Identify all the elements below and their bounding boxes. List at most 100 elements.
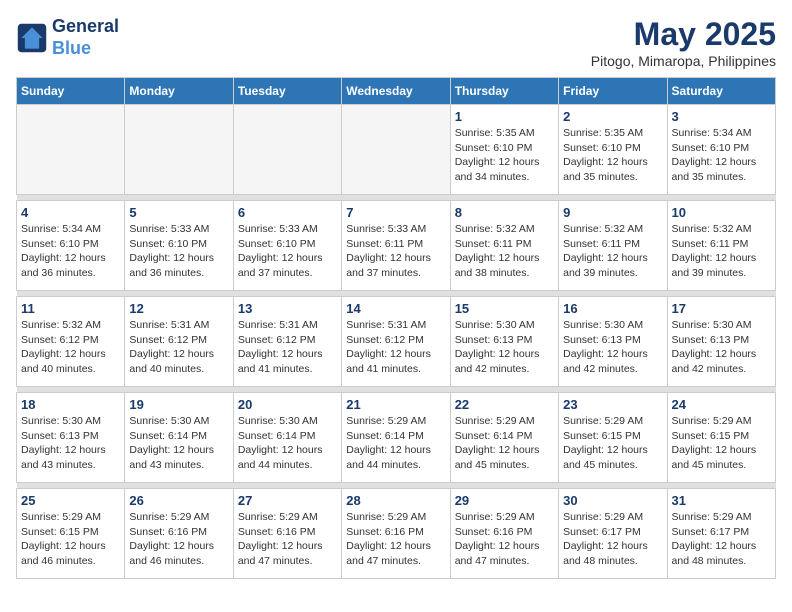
day-number: 17 — [672, 301, 771, 316]
day-number: 31 — [672, 493, 771, 508]
day-number: 7 — [346, 205, 445, 220]
calendar-table: SundayMondayTuesdayWednesdayThursdayFrid… — [16, 77, 776, 579]
weekday-header-saturday: Saturday — [667, 78, 775, 105]
day-number: 26 — [129, 493, 228, 508]
day-info: Sunrise: 5:33 AM Sunset: 6:11 PM Dayligh… — [346, 222, 445, 281]
day-info: Sunrise: 5:32 AM Sunset: 6:11 PM Dayligh… — [563, 222, 662, 281]
calendar-cell — [342, 105, 450, 195]
day-number: 6 — [238, 205, 337, 220]
calendar-cell: 28Sunrise: 5:29 AM Sunset: 6:16 PM Dayli… — [342, 489, 450, 579]
calendar-cell: 25 Sunrise: 5:29 AM Sunset: 6:15 PM Dayli… — [17, 489, 125, 579]
calendar-cell: 27Sunrise: 5:29 AM Sunset: 6:16 PM Dayli… — [233, 489, 341, 579]
day-number: 29 — [455, 493, 554, 508]
day-info: Sunrise: 5:34 AM Sunset: 6:10 PM Dayligh… — [21, 222, 120, 281]
day-info: Sunrise: 5:30 AM Sunset: 6:14 PM Dayligh… — [238, 414, 337, 473]
day-info: Sunrise: 5:33 AM Sunset: 6:10 PM Dayligh… — [238, 222, 337, 281]
day-number: 12 — [129, 301, 228, 316]
day-number: 30 — [563, 493, 662, 508]
day-number: 10 — [672, 205, 771, 220]
day-number: 4 — [21, 205, 120, 220]
calendar-cell: 22Sunrise: 5:29 AM Sunset: 6:14 PM Dayli… — [450, 393, 558, 483]
day-number: 22 — [455, 397, 554, 412]
day-info: Sunrise: 5:29 AM Sunset: 6:17 PM Dayligh… — [672, 510, 771, 569]
logo-line1: General — [52, 16, 119, 38]
calendar-cell: 14Sunrise: 5:31 AM Sunset: 6:12 PM Dayli… — [342, 297, 450, 387]
day-info: Sunrise: 5:35 AM Sunset: 6:10 PM Dayligh… — [563, 126, 662, 185]
day-info: Sunrise: 5:29 AM Sunset: 6:14 PM Dayligh… — [346, 414, 445, 473]
calendar-title: May 2025 — [591, 16, 776, 53]
calendar-cell: 2 Sunrise: 5:35 AM Sunset: 6:10 PM Daylig… — [559, 105, 667, 195]
calendar-cell: 4 Sunrise: 5:34 AM Sunset: 6:10 PM Daylig… — [17, 201, 125, 291]
weekday-header-friday: Friday — [559, 78, 667, 105]
day-number: 15 — [455, 301, 554, 316]
day-info: Sunrise: 5:32 AM Sunset: 6:11 PM Dayligh… — [672, 222, 771, 281]
week-row-4: 18Sunrise: 5:30 AM Sunset: 6:13 PM Dayli… — [17, 393, 776, 483]
logo: General Blue — [16, 16, 119, 59]
day-info: Sunrise: 5:29 AM Sunset: 6:16 PM Dayligh… — [238, 510, 337, 569]
day-info: Sunrise: 5:34 AM Sunset: 6:10 PM Dayligh… — [672, 126, 771, 185]
day-info: Sunrise: 5:30 AM Sunset: 6:13 PM Dayligh… — [455, 318, 554, 377]
day-number: 18 — [21, 397, 120, 412]
calendar-cell — [17, 105, 125, 195]
calendar-subtitle: Pitogo, Mimaropa, Philippines — [591, 53, 776, 69]
calendar-cell: 20Sunrise: 5:30 AM Sunset: 6:14 PM Dayli… — [233, 393, 341, 483]
day-number: 25 — [21, 493, 120, 508]
day-info: Sunrise: 5:30 AM Sunset: 6:14 PM Dayligh… — [129, 414, 228, 473]
page-header: General Blue May 2025 Pitogo, Mimaropa, … — [16, 16, 776, 69]
logo-line2: Blue — [52, 38, 119, 60]
calendar-cell: 10 Sunrise: 5:32 AM Sunset: 6:11 PM Dayli… — [667, 201, 775, 291]
weekday-header-row: SundayMondayTuesdayWednesdayThursdayFrid… — [17, 78, 776, 105]
calendar-cell: 18Sunrise: 5:30 AM Sunset: 6:13 PM Dayli… — [17, 393, 125, 483]
calendar-cell: 9 Sunrise: 5:32 AM Sunset: 6:11 PM Daylig… — [559, 201, 667, 291]
day-info: Sunrise: 5:29 AM Sunset: 6:15 PM Dayligh… — [672, 414, 771, 473]
week-row-3: 11Sunrise: 5:32 AM Sunset: 6:12 PM Dayli… — [17, 297, 776, 387]
calendar-cell: 1Sunrise: 5:35 AM Sunset: 6:10 PM Daylig… — [450, 105, 558, 195]
day-info: Sunrise: 5:29 AM Sunset: 6:16 PM Dayligh… — [346, 510, 445, 569]
calendar-cell: 13Sunrise: 5:31 AM Sunset: 6:12 PM Dayli… — [233, 297, 341, 387]
day-number: 21 — [346, 397, 445, 412]
calendar-cell — [125, 105, 233, 195]
week-row-1: 1Sunrise: 5:35 AM Sunset: 6:10 PM Daylig… — [17, 105, 776, 195]
calendar-cell: 17 Sunrise: 5:30 AM Sunset: 6:13 PM Dayli… — [667, 297, 775, 387]
calendar-cell: 31 Sunrise: 5:29 AM Sunset: 6:17 PM Dayli… — [667, 489, 775, 579]
day-number: 9 — [563, 205, 662, 220]
calendar-cell: 8Sunrise: 5:32 AM Sunset: 6:11 PM Daylig… — [450, 201, 558, 291]
calendar-cell: 3 Sunrise: 5:34 AM Sunset: 6:10 PM Daylig… — [667, 105, 775, 195]
calendar-cell: 29 Sunrise: 5:29 AM Sunset: 6:16 PM Dayli… — [450, 489, 558, 579]
day-info: Sunrise: 5:30 AM Sunset: 6:13 PM Dayligh… — [672, 318, 771, 377]
day-number: 13 — [238, 301, 337, 316]
day-number: 24 — [672, 397, 771, 412]
weekday-header-tuesday: Tuesday — [233, 78, 341, 105]
day-number: 5 — [129, 205, 228, 220]
calendar-cell: 16Sunrise: 5:30 AM Sunset: 6:13 PM Dayli… — [559, 297, 667, 387]
calendar-cell: 11Sunrise: 5:32 AM Sunset: 6:12 PM Dayli… — [17, 297, 125, 387]
day-number: 2 — [563, 109, 662, 124]
day-info: Sunrise: 5:29 AM Sunset: 6:15 PM Dayligh… — [21, 510, 120, 569]
day-info: Sunrise: 5:29 AM Sunset: 6:15 PM Dayligh… — [563, 414, 662, 473]
week-row-2: 4 Sunrise: 5:34 AM Sunset: 6:10 PM Daylig… — [17, 201, 776, 291]
logo-icon — [16, 22, 48, 54]
weekday-header-thursday: Thursday — [450, 78, 558, 105]
day-number: 3 — [672, 109, 771, 124]
calendar-cell: 19Sunrise: 5:30 AM Sunset: 6:14 PM Dayli… — [125, 393, 233, 483]
calendar-cell: 12Sunrise: 5:31 AM Sunset: 6:12 PM Dayli… — [125, 297, 233, 387]
day-info: Sunrise: 5:29 AM Sunset: 6:16 PM Dayligh… — [129, 510, 228, 569]
title-block: May 2025 Pitogo, Mimaropa, Philippines — [591, 16, 776, 69]
calendar-cell: 24 Sunrise: 5:29 AM Sunset: 6:15 PM Dayli… — [667, 393, 775, 483]
day-info: Sunrise: 5:33 AM Sunset: 6:10 PM Dayligh… — [129, 222, 228, 281]
calendar-cell: 5 Sunrise: 5:33 AM Sunset: 6:10 PM Daylig… — [125, 201, 233, 291]
calendar-cell: 15 Sunrise: 5:30 AM Sunset: 6:13 PM Dayli… — [450, 297, 558, 387]
calendar-cell: 6 Sunrise: 5:33 AM Sunset: 6:10 PM Daylig… — [233, 201, 341, 291]
calendar-cell: 7 Sunrise: 5:33 AM Sunset: 6:11 PM Daylig… — [342, 201, 450, 291]
day-info: Sunrise: 5:30 AM Sunset: 6:13 PM Dayligh… — [563, 318, 662, 377]
day-info: Sunrise: 5:35 AM Sunset: 6:10 PM Dayligh… — [455, 126, 554, 185]
day-number: 11 — [21, 301, 120, 316]
day-number: 23 — [563, 397, 662, 412]
calendar-cell — [233, 105, 341, 195]
day-info: Sunrise: 5:29 AM Sunset: 6:17 PM Dayligh… — [563, 510, 662, 569]
calendar-cell: 21 Sunrise: 5:29 AM Sunset: 6:14 PM Dayli… — [342, 393, 450, 483]
day-info: Sunrise: 5:29 AM Sunset: 6:16 PM Dayligh… — [455, 510, 554, 569]
weekday-header-monday: Monday — [125, 78, 233, 105]
calendar-cell: 23 Sunrise: 5:29 AM Sunset: 6:15 PM Dayli… — [559, 393, 667, 483]
day-number: 14 — [346, 301, 445, 316]
